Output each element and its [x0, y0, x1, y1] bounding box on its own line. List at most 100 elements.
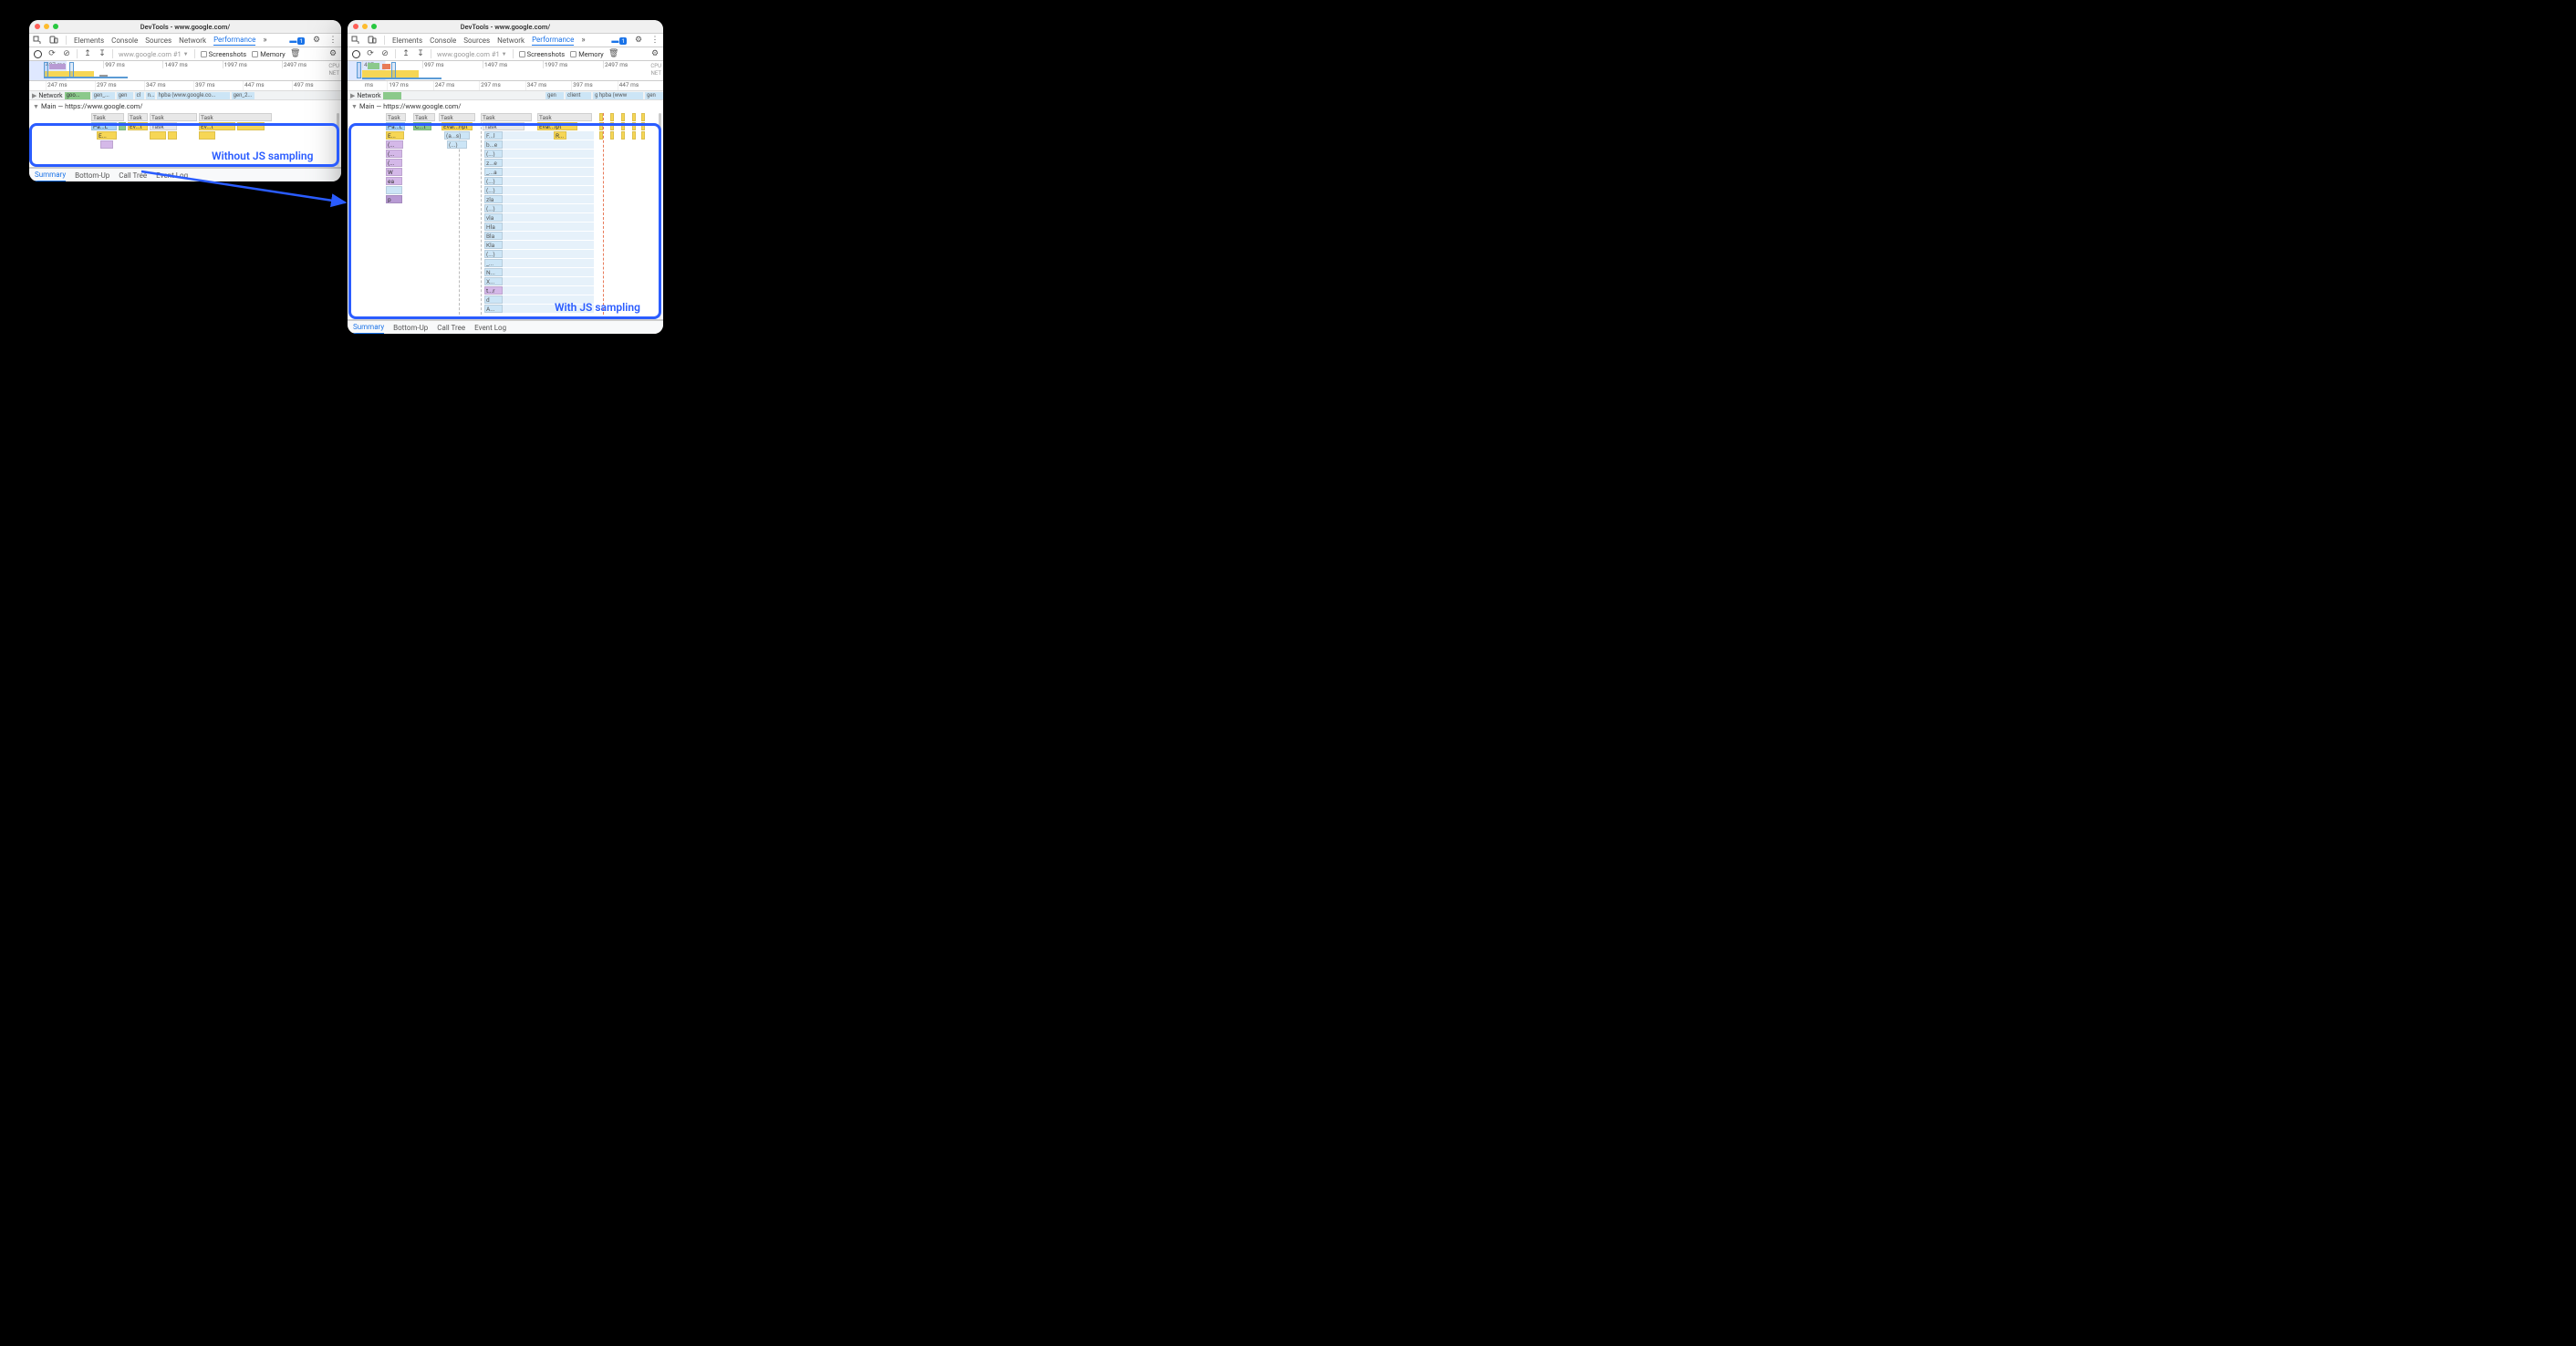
perf-settings-icon[interactable]: ⚙: [650, 49, 660, 58]
flame-segment[interactable]: (...): [484, 186, 503, 194]
flame-segment[interactable]: Pa...L: [91, 122, 117, 130]
reload-icon[interactable]: ⟳: [47, 49, 57, 58]
record-icon[interactable]: [351, 49, 360, 58]
screenshots-checkbox[interactable]: [201, 51, 207, 57]
flame-segment[interactable]: N...: [484, 268, 503, 276]
tab-elements[interactable]: Elements: [392, 36, 422, 45]
tab-network[interactable]: Network: [179, 36, 206, 45]
flame-segment[interactable]: Kla: [484, 241, 503, 249]
flame-segment[interactable]: z...e: [484, 159, 503, 167]
overview-handle-right[interactable]: [69, 62, 74, 78]
flame-segment[interactable]: (...: [386, 140, 403, 149]
tab-calltree[interactable]: Call Tree: [437, 322, 465, 334]
flame-segment[interactable]: Task: [483, 122, 525, 130]
flame-task[interactable]: Task: [91, 113, 124, 121]
menu-icon[interactable]: ⋮: [328, 36, 338, 45]
memory-checkbox[interactable]: [570, 51, 576, 57]
tab-calltree[interactable]: Call Tree: [119, 170, 147, 181]
gear-icon[interactable]: ⚙: [312, 36, 321, 45]
flame-segment[interactable]: Pa...L: [386, 122, 405, 130]
gear-icon[interactable]: ⚙: [634, 36, 643, 45]
flame-task[interactable]: Task: [128, 113, 148, 121]
titlebar[interactable]: DevTools - www.google.com/: [348, 20, 663, 34]
flame-segment[interactable]: Hla: [484, 223, 503, 231]
flame-segment[interactable]: t...r: [484, 286, 503, 295]
flame-segment[interactable]: d: [484, 295, 503, 304]
flame-segment[interactable]: Ev...t: [199, 122, 235, 130]
flame-segment[interactable]: zla: [484, 195, 503, 203]
flame-segment[interactable]: X...: [484, 277, 503, 285]
flame-segment[interactable]: (...): [484, 150, 503, 158]
download-icon[interactable]: ↧: [416, 49, 425, 58]
tab-elements[interactable]: Elements: [74, 36, 104, 45]
network-item[interactable]: gen_...: [92, 92, 115, 99]
tab-bottomup[interactable]: Bottom-Up: [393, 322, 428, 334]
flame-segment[interactable]: Task: [413, 113, 435, 121]
tab-network[interactable]: Network: [497, 36, 525, 45]
tab-summary[interactable]: Summary: [353, 321, 384, 334]
tab-eventlog[interactable]: Event Log: [156, 170, 188, 181]
recording-select[interactable]: www.google.com #1 ▼: [437, 50, 507, 58]
flame-segment[interactable]: (...): [484, 204, 503, 212]
flame-segment[interactable]: E...: [386, 131, 404, 140]
flame-segment[interactable]: _...: [484, 259, 503, 267]
network-item[interactable]: hpba (www.google.co...: [157, 92, 230, 99]
clear-icon[interactable]: ⊘: [62, 49, 71, 58]
network-track[interactable]: ▶Network gen client g hpba (www gen: [348, 91, 663, 100]
overview-handle-left[interactable]: [44, 62, 48, 78]
upload-icon[interactable]: ↥: [401, 49, 410, 58]
tab-bottomup[interactable]: Bottom-Up: [75, 170, 109, 181]
tab-sources[interactable]: Sources: [463, 36, 490, 45]
inspect-icon[interactable]: [33, 36, 42, 45]
flame-segment[interactable]: [237, 122, 265, 130]
network-item[interactable]: cl: [135, 92, 144, 99]
device-icon[interactable]: [368, 36, 377, 45]
timeline-overview[interactable]: 497 997 ms 1497 ms 1997 ms 2497 ms CPUNE…: [348, 61, 663, 81]
tab-performance[interactable]: Performance: [213, 36, 255, 46]
overview-handle-right[interactable]: [391, 62, 396, 78]
flame-segment[interactable]: (...): [484, 177, 503, 185]
device-icon[interactable]: [49, 36, 58, 45]
network-track[interactable]: ▶Network goo... gen_... gen cl n... hpba…: [29, 91, 341, 100]
flame-task[interactable]: Task: [199, 113, 272, 121]
tab-eventlog[interactable]: Event Log: [474, 322, 506, 334]
flame-segment[interactable]: (...): [447, 140, 467, 149]
flame-segment[interactable]: (...: [386, 159, 402, 167]
network-item[interactable]: gen: [645, 92, 663, 99]
tab-summary[interactable]: Summary: [35, 169, 66, 181]
flame-segment[interactable]: (...: [386, 150, 402, 158]
flame-segment[interactable]: [168, 131, 177, 140]
network-item[interactable]: goo...: [65, 92, 90, 99]
scrollbar[interactable]: [659, 113, 661, 319]
screenshots-checkbox[interactable]: [519, 51, 525, 57]
flame-segment[interactable]: [119, 122, 126, 130]
scrollbar[interactable]: [337, 113, 339, 167]
overview-handle-left[interactable]: [357, 62, 361, 78]
network-item[interactable]: gen: [117, 92, 133, 99]
flame-segment[interactable]: [199, 131, 215, 140]
inspect-icon[interactable]: [351, 36, 360, 45]
issues-icon[interactable]: ▬1: [289, 36, 305, 45]
gc-icon[interactable]: 🗑: [609, 49, 618, 58]
flame-segment[interactable]: Task: [386, 113, 406, 121]
perf-settings-icon[interactable]: ⚙: [328, 49, 338, 58]
flame-segment[interactable]: Bla: [484, 232, 503, 240]
timeline-overview[interactable]: 497 ms 997 ms 1497 ms 1997 ms 2497 ms CP…: [29, 61, 341, 81]
flame-segment[interactable]: [150, 131, 166, 140]
flame-segment[interactable]: vla: [484, 213, 503, 222]
titlebar[interactable]: DevTools - www.google.com/: [29, 20, 341, 34]
network-item[interactable]: client: [566, 92, 591, 99]
gc-icon[interactable]: 🗑: [291, 49, 300, 58]
flame-segment[interactable]: A...: [484, 305, 503, 313]
menu-icon[interactable]: ⋮: [650, 36, 660, 45]
flame-segment[interactable]: (...): [484, 250, 503, 258]
flame-chart[interactable]: ▼Main — https://www.google.com/ TaskTask…: [348, 100, 663, 320]
memory-checkbox[interactable]: [252, 51, 258, 57]
issues-icon[interactable]: ▬1: [611, 36, 627, 45]
flame-segment[interactable]: F...l: [484, 131, 503, 140]
tab-performance[interactable]: Performance: [532, 36, 574, 46]
more-tabs-icon[interactable]: »: [263, 36, 266, 45]
flame-task[interactable]: Task: [150, 113, 197, 121]
ruler[interactable]: ms 197 ms 247 ms 297 ms 347 ms 397 ms 44…: [348, 81, 663, 91]
flame-segment[interactable]: p: [386, 195, 402, 203]
